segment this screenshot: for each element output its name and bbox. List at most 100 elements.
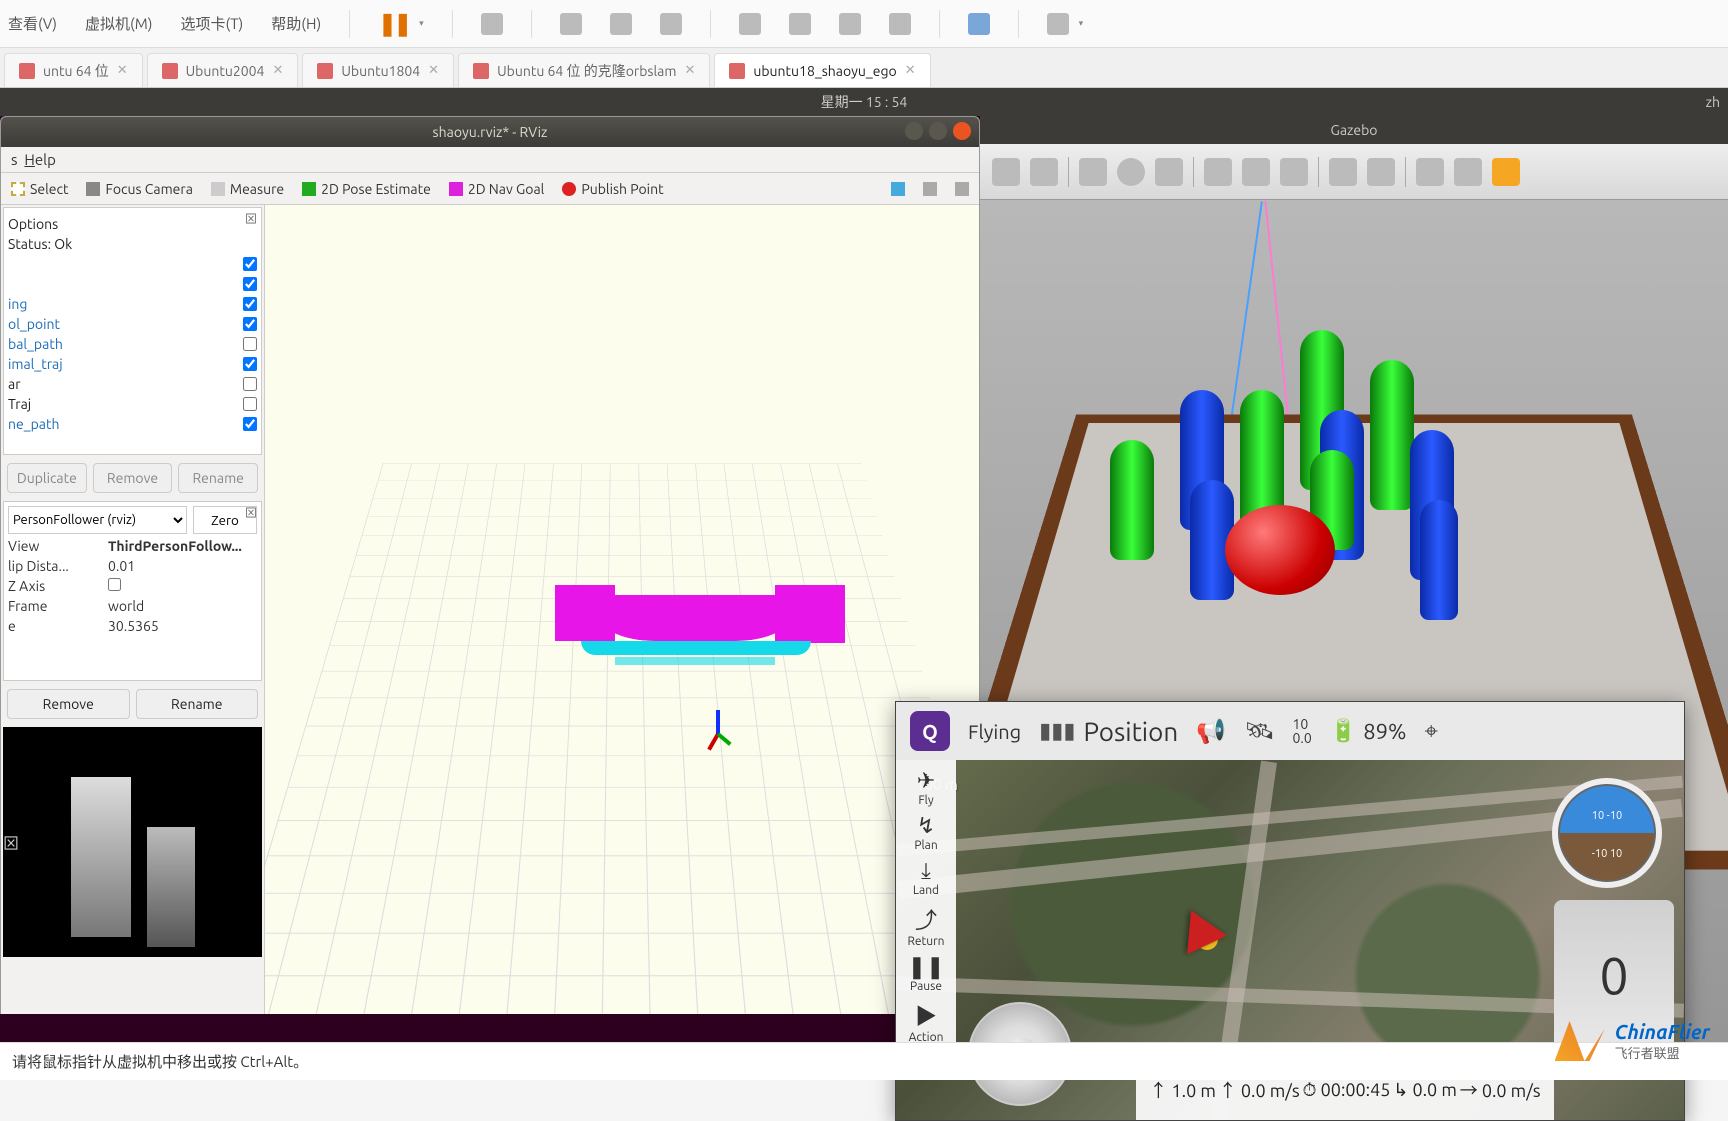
remove-button[interactable]: Remove — [7, 689, 130, 719]
tool-publish-point[interactable]: Publish Point — [562, 181, 663, 197]
megaphone-icon[interactable]: 📢 — [1196, 717, 1226, 745]
unity-icon[interactable] — [889, 13, 911, 35]
pause-icon[interactable]: ❚❚ — [378, 11, 409, 37]
tool-2d-nav-goal[interactable]: 2D Nav Goal — [449, 181, 545, 197]
menu-view[interactable]: 查看(V) — [8, 13, 57, 34]
vm-tab[interactable]: Ubuntu 64 位 的克隆orbslam✕ — [458, 53, 710, 87]
display-row[interactable]: ing — [8, 294, 257, 314]
prop-value[interactable] — [108, 578, 257, 598]
flight-mode[interactable]: Flying — [968, 720, 1021, 743]
display-checkbox[interactable] — [243, 417, 257, 431]
fullscreen-icon[interactable] — [839, 13, 861, 35]
qgc-logo-icon[interactable]: Q — [910, 711, 950, 751]
rename-button[interactable]: Rename — [178, 463, 258, 493]
display-checkbox[interactable] — [243, 297, 257, 311]
close-icon[interactable]: ✕ — [905, 63, 916, 78]
fly-button[interactable]: ✈Fly — [901, 768, 951, 807]
copy-icon[interactable] — [1329, 158, 1357, 186]
display-checkbox[interactable] — [243, 357, 257, 371]
tool-measure[interactable]: Measure — [211, 181, 284, 197]
display-checkbox[interactable] — [243, 277, 257, 291]
display-row[interactable]: ar — [8, 374, 257, 394]
display-checkbox[interactable] — [243, 257, 257, 271]
tile-icon[interactable] — [968, 13, 990, 35]
ime-indicator[interactable]: zh — [1706, 88, 1720, 116]
position-mode[interactable]: ▮▮▮ Position — [1039, 717, 1178, 746]
sphere-icon[interactable] — [1117, 158, 1145, 186]
return-button[interactable]: ⤴Return — [901, 903, 951, 948]
close-icon[interactable]: ✕ — [272, 63, 283, 78]
duplicate-button[interactable]: Duplicate — [7, 463, 87, 493]
cylinder-icon[interactable] — [1155, 158, 1183, 186]
vm-tab-active[interactable]: ubuntu18_shaoyu_ego✕ — [714, 53, 930, 87]
locate-icon[interactable]: ⌖ — [1425, 717, 1439, 745]
light-point-icon[interactable] — [1204, 158, 1232, 186]
panel-close-icon[interactable]: ⊠ — [3, 830, 19, 854]
record-icon[interactable] — [1492, 158, 1520, 186]
plan-button[interactable]: ↯Plan — [901, 813, 951, 852]
display-row[interactable] — [8, 274, 257, 294]
close-icon[interactable]: ✕ — [684, 63, 695, 78]
menu-tabs[interactable]: 选项卡(T) — [180, 13, 243, 34]
display-row[interactable] — [8, 254, 257, 274]
battery[interactable]: 🔋 89% — [1330, 718, 1407, 744]
terminal-strip[interactable] — [0, 1014, 980, 1042]
view-type-select[interactable]: PersonFollower (rviz) — [8, 506, 187, 534]
panel-close-icon[interactable]: ⊠ — [245, 210, 257, 227]
display-checkbox[interactable] — [243, 337, 257, 351]
menu-vm[interactable]: 虚拟机(M) — [85, 13, 153, 34]
zaxis-checkbox[interactable] — [108, 578, 121, 591]
close-icon[interactable] — [953, 122, 971, 140]
vm-tab[interactable]: untu 64 位✕ — [4, 53, 143, 87]
layout2-icon[interactable] — [789, 13, 811, 35]
drone-marker[interactable] — [1187, 910, 1229, 957]
vm-tab[interactable]: Ubuntu1804✕ — [302, 53, 454, 87]
prop-value[interactable]: 30.5365 — [108, 618, 257, 638]
pause-dropdown-icon[interactable]: ▾ — [419, 18, 424, 29]
display-row[interactable]: ne_path — [8, 414, 257, 434]
gazebo-titlebar[interactable]: Gazebo — [980, 116, 1728, 144]
snap-icon[interactable] — [1454, 158, 1482, 186]
rviz-3d-view[interactable] — [265, 205, 979, 1059]
box-icon[interactable] — [1079, 158, 1107, 186]
menu-panels[interactable]: s Help — [11, 151, 56, 168]
prop-value[interactable]: 0.01 — [108, 558, 257, 578]
light-spot-icon[interactable] — [1242, 158, 1270, 186]
display-checkbox[interactable] — [243, 317, 257, 331]
clock2-icon[interactable] — [610, 13, 632, 35]
expand-icon[interactable] — [1047, 13, 1069, 35]
pause-button[interactable]: ❚❚Pause — [901, 954, 951, 993]
layout1-icon[interactable] — [739, 13, 761, 35]
tool-select[interactable]: Select — [11, 181, 68, 197]
close-icon[interactable]: ✕ — [428, 63, 439, 78]
vm-tab[interactable]: Ubuntu2004✕ — [147, 53, 299, 87]
light-dir-icon[interactable] — [1280, 158, 1308, 186]
panel-close-icon[interactable]: ⊠ — [245, 504, 257, 521]
minimize-icon[interactable] — [905, 122, 923, 140]
clock3-icon[interactable] — [660, 13, 682, 35]
paste-icon[interactable] — [1367, 158, 1395, 186]
display-row[interactable]: imal_traj — [8, 354, 257, 374]
menu-help[interactable]: 帮助(H) — [271, 13, 321, 34]
rviz-titlebar[interactable]: shaoyu.rviz* - RViz — [1, 117, 979, 147]
tool-focus-camera[interactable]: Focus Camera — [86, 181, 192, 197]
tool-2d-pose[interactable]: 2D Pose Estimate — [302, 181, 431, 197]
snapshot-icon[interactable] — [481, 13, 503, 35]
satellite-icon[interactable]: 🛰 — [1244, 717, 1274, 745]
undo-icon[interactable] — [992, 158, 1020, 186]
action-button[interactable]: ▶Action — [901, 999, 951, 1044]
display-row[interactable]: ol_point — [8, 314, 257, 334]
expand-dropdown-icon[interactable]: ▾ — [1079, 18, 1084, 29]
plus-icon[interactable] — [891, 182, 905, 196]
prop-value[interactable]: world — [108, 598, 257, 618]
minus-icon[interactable] — [923, 182, 937, 196]
display-row[interactable]: bal_path — [8, 334, 257, 354]
clock-icon[interactable] — [560, 13, 582, 35]
close-icon[interactable]: ✕ — [117, 63, 128, 78]
display-row[interactable]: Traj — [8, 394, 257, 414]
gear-icon[interactable] — [955, 182, 969, 196]
prop-value[interactable]: ThirdPersonFollow... — [108, 538, 257, 558]
rename-button[interactable]: Rename — [136, 689, 259, 719]
maximize-icon[interactable] — [929, 122, 947, 140]
align-icon[interactable] — [1416, 158, 1444, 186]
